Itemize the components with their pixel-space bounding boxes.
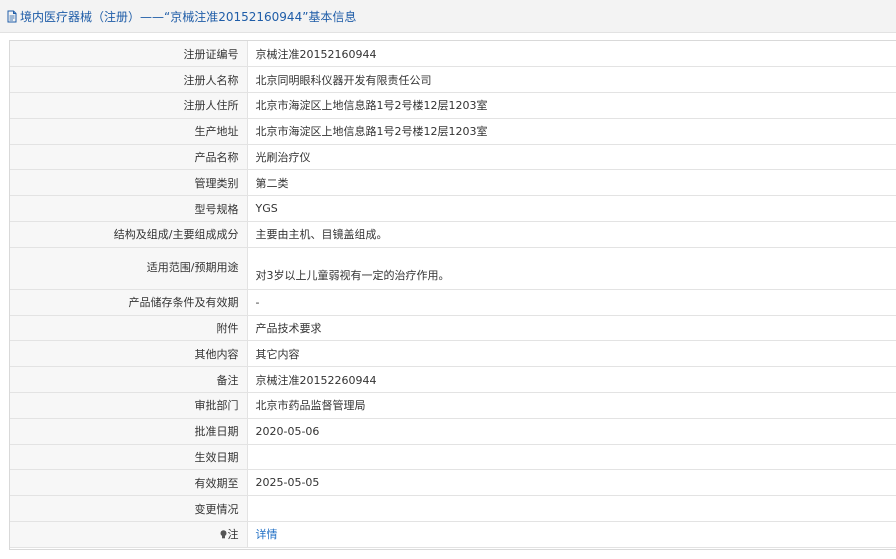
row-label: 变更情况 — [10, 495, 248, 523]
document-icon — [6, 10, 18, 23]
row-value — [247, 444, 896, 471]
row-label: 生效日期 — [10, 444, 248, 471]
row-label: 有效期至 — [10, 469, 248, 497]
table-row-structure-composition: 结构及组成/主要组成成分 主要由主机、目镜盖组成。 — [10, 221, 896, 248]
note-label: 注 — [227, 528, 239, 542]
row-label: 生产地址 — [10, 118, 248, 145]
row-label: 管理类别 — [10, 169, 248, 197]
table-row-product-name: 产品名称 光刷治疗仪 — [10, 144, 896, 171]
row-value: 主要由主机、目镜盖组成。 — [247, 221, 896, 248]
table-row-remarks: 备注 京械注准20152260944 — [10, 366, 896, 394]
row-value: 产品技术要求 — [247, 315, 896, 342]
table-row-effective-date: 生效日期 — [10, 444, 896, 471]
row-label: 注册证编号 — [10, 41, 248, 68]
row-label: 结构及组成/主要组成成分 — [10, 221, 248, 248]
row-value: 2025-05-05 — [247, 469, 896, 497]
table-row-registrant-address: 注册人住所 北京市海淀区上地信息路1号2号楼12层1203室 — [10, 92, 896, 119]
table-row-storage-validity: 产品储存条件及有效期 - — [10, 289, 896, 316]
details-link[interactable]: 详情 — [256, 528, 278, 541]
table-row-intended-use: 适用范围/预期用途 对3岁以上儿童弱视有一定的治疗作用。 — [10, 247, 896, 290]
row-value: 2020-05-06 — [247, 418, 896, 445]
row-label: 型号规格 — [10, 195, 248, 223]
row-value: 北京市海淀区上地信息路1号2号楼12层1203室 — [247, 92, 896, 119]
row-value: 北京市药品监督管理局 — [247, 392, 896, 419]
row-value: 对3岁以上儿童弱视有一定的治疗作用。 — [247, 247, 896, 290]
row-label: 其他内容 — [10, 340, 248, 368]
page: 境内医疗器械（注册）——“京械注准20152160944”基本信息 注册证编号 … — [0, 0, 896, 559]
row-value: 光刷治疗仪 — [247, 144, 896, 171]
table-row-approval-department: 审批部门 北京市药品监督管理局 — [10, 392, 896, 419]
info-table: 注册证编号 京械注准20152160944 注册人名称 北京同明眼科仪器开发有限… — [10, 41, 896, 548]
table-row-approval-date: 批准日期 2020-05-06 — [10, 418, 896, 445]
row-label-note: 注 — [10, 521, 248, 548]
row-value: 第二类 — [247, 169, 896, 197]
row-value — [247, 495, 896, 523]
table-row-production-address: 生产地址 北京市海淀区上地信息路1号2号楼12层1203室 — [10, 118, 896, 145]
table-row-other-content: 其他内容 其它内容 — [10, 340, 896, 368]
row-label: 批准日期 — [10, 418, 248, 445]
table-row-model-spec: 型号规格 YGS — [10, 195, 896, 223]
row-value: 京械注准20152160944 — [247, 41, 896, 68]
table-row-change-status: 变更情况 — [10, 495, 896, 523]
row-value: 京械注准20152260944 — [247, 366, 896, 394]
table-row-attachment: 附件 产品技术要求 — [10, 315, 896, 342]
row-label: 适用范围/预期用途 — [10, 247, 248, 290]
row-label: 附件 — [10, 315, 248, 342]
row-value-note: 详情 — [247, 521, 896, 548]
row-label: 审批部门 — [10, 392, 248, 419]
lightbulb-icon — [220, 529, 227, 539]
row-value: 北京市海淀区上地信息路1号2号楼12层1203室 — [247, 118, 896, 145]
page-title: 境内医疗器械（注册）——“京械注准20152160944”基本信息 — [20, 9, 357, 24]
row-value: YGS — [247, 195, 896, 223]
row-value: 其它内容 — [247, 340, 896, 368]
row-label: 注册人名称 — [10, 66, 248, 94]
row-label: 产品名称 — [10, 144, 248, 171]
row-value: - — [247, 289, 896, 316]
header-bar: 境内医疗器械（注册）——“京械注准20152160944”基本信息 — [0, 0, 896, 33]
table-row-registrant-name: 注册人名称 北京同明眼科仪器开发有限责任公司 — [10, 66, 896, 94]
table-row-note: 注 详情 — [10, 521, 896, 548]
table-row-management-category: 管理类别 第二类 — [10, 169, 896, 197]
row-label: 备注 — [10, 366, 248, 394]
row-label: 产品储存条件及有效期 — [10, 289, 248, 316]
table-row-registration-number: 注册证编号 京械注准20152160944 — [10, 41, 896, 68]
row-label: 注册人住所 — [10, 92, 248, 119]
row-value: 北京同明眼科仪器开发有限责任公司 — [247, 66, 896, 94]
info-panel: 注册证编号 京械注准20152160944 注册人名称 北京同明眼科仪器开发有限… — [9, 40, 896, 550]
table-row-expiry-date: 有效期至 2025-05-05 — [10, 469, 896, 497]
